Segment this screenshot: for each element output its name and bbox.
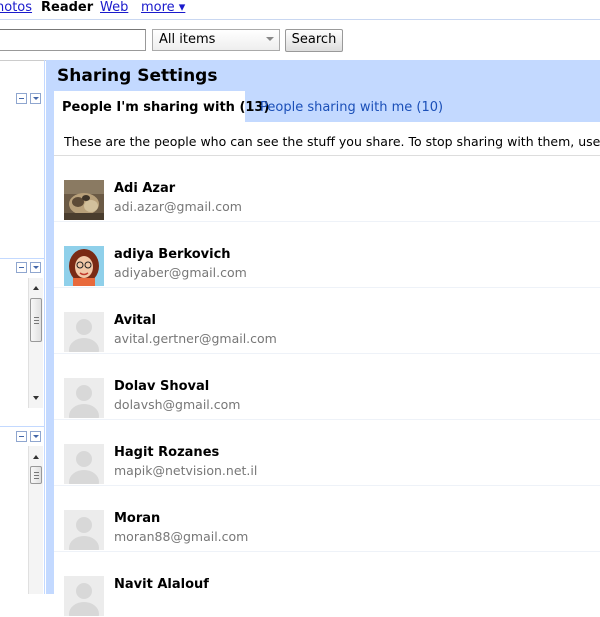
collapse-section-icon[interactable] <box>16 93 27 104</box>
person-name: Navit Alalouf <box>114 577 209 592</box>
scroll-thumb[interactable] <box>30 466 42 484</box>
list-item: Adi Azar adi.azar@gmail.com <box>54 155 600 222</box>
section-menu-dropdown-icon[interactable] <box>30 431 41 442</box>
nav-reader-current: Reader <box>41 0 94 15</box>
chevron-down-icon <box>266 37 274 41</box>
person-name: Dolav Shoval <box>114 379 210 394</box>
nav-photos-link[interactable]: hotos <box>0 0 32 15</box>
person-name: Moran <box>114 511 161 526</box>
person-name: Avital <box>114 313 156 328</box>
person-name: Adi Azar <box>114 181 176 196</box>
list-item: Hagit Rozanes mapik@netvision.net.il <box>54 419 600 486</box>
section-divider <box>0 258 44 259</box>
search-scope-select[interactable]: All items <box>152 29 280 51</box>
section-scrollbar[interactable] <box>28 278 43 408</box>
avatar <box>64 246 104 286</box>
left-sidebar-edge <box>44 60 45 594</box>
person-email: dolavsh@gmail.com <box>114 397 241 412</box>
person-email: adiyaber@gmail.com <box>114 265 247 280</box>
search-input[interactable] <box>0 29 146 51</box>
search-scope-value: All items <box>159 32 216 47</box>
section-divider <box>0 426 44 427</box>
default-avatar-icon <box>64 378 104 418</box>
nav-web-link[interactable]: Web <box>100 0 128 15</box>
default-avatar-icon <box>64 444 104 484</box>
top-divider <box>0 19 600 20</box>
list-item: Moran moran88@gmail.com <box>54 485 600 552</box>
default-avatar-icon <box>64 312 104 352</box>
list-item: Avital avital.gertner@gmail.com <box>54 287 600 354</box>
list-item: Navit Alalouf <box>54 551 600 617</box>
person-email: mapik@netvision.net.il <box>114 463 258 478</box>
tab-people-sharing-with-me[interactable]: People sharing with me (10) <box>260 100 443 115</box>
avatar <box>64 180 104 220</box>
list-item: adiya Berkovich adiyaber@gmail.com <box>54 221 600 288</box>
scroll-thumb[interactable] <box>30 298 42 342</box>
person-name: adiya Berkovich <box>114 247 231 262</box>
section-scrollbar[interactable] <box>28 446 43 594</box>
nav-more-link[interactable]: more ▾ <box>141 0 185 15</box>
top-nav: hotos Reader Web more ▾ <box>0 0 600 18</box>
left-sidebar-top-border <box>0 60 46 61</box>
person-email: adi.azar@gmail.com <box>114 199 242 214</box>
scroll-up-icon[interactable] <box>33 455 39 459</box>
scroll-up-icon[interactable] <box>33 286 39 290</box>
person-name: Hagit Rozanes <box>114 445 220 460</box>
section-menu-dropdown-icon[interactable] <box>30 262 41 273</box>
section-menu-dropdown-icon[interactable] <box>30 93 41 104</box>
collapse-section-icon[interactable] <box>16 262 27 273</box>
search-button[interactable]: Search <box>285 29 343 52</box>
collapse-section-icon[interactable] <box>16 431 27 442</box>
person-email: avital.gertner@gmail.com <box>114 331 277 346</box>
default-avatar-icon <box>64 576 104 616</box>
scroll-down-icon[interactable] <box>33 396 39 400</box>
tab-label[interactable]: People I'm sharing with (13) <box>62 100 269 115</box>
page-title: Sharing Settings <box>57 66 218 86</box>
person-email: moran88@gmail.com <box>114 529 249 544</box>
list-item: Dolav Shoval dolavsh@gmail.com <box>54 353 600 420</box>
default-avatar-icon <box>64 510 104 550</box>
sharing-description: These are the people who can see the stu… <box>64 134 600 149</box>
